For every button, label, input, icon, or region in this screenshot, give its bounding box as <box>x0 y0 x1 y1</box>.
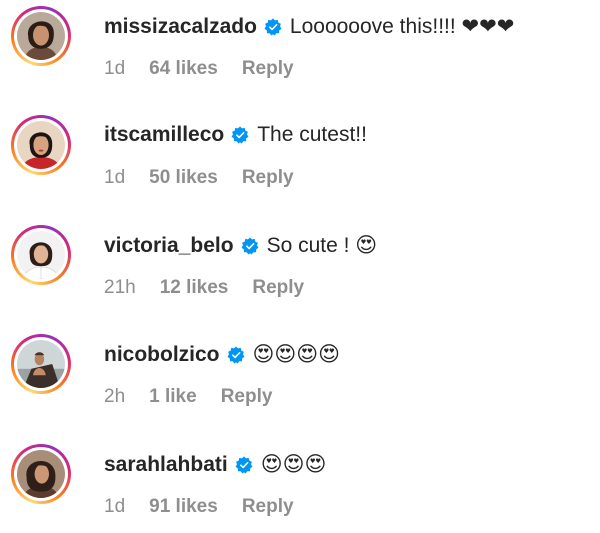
comment-item: missizacalzado Loooooove this!!!! ❤❤❤ 1d… <box>0 0 600 100</box>
comment-item: sarahlahbati 😍😍😍 1d 91 likes Reply <box>0 438 600 533</box>
avatar-story-ring[interactable] <box>11 225 71 285</box>
avatar[interactable] <box>17 450 65 498</box>
avatar-story-ring[interactable] <box>11 6 71 66</box>
comment-text: The cutest!! <box>257 123 367 146</box>
avatar[interactable] <box>17 121 65 169</box>
verified-badge-icon <box>227 345 245 364</box>
reply-button[interactable]: Reply <box>242 496 294 518</box>
comment-item: nicobolzico 😍😍😍😍 2h 1 like Reply <box>0 328 600 428</box>
comment-text: 😍😍😍😍 <box>252 343 341 366</box>
comment-timestamp: 1d <box>104 58 126 79</box>
comment-list: missizacalzado Loooooove this!!!! ❤❤❤ 1d… <box>0 0 600 533</box>
likes-count-link[interactable]: 1 like <box>149 386 197 408</box>
username-link[interactable]: sarahlahbati <box>104 453 228 477</box>
comment-timestamp: 21h <box>104 277 136 298</box>
username-link[interactable]: missizacalzado <box>104 15 257 39</box>
avatar-story-ring[interactable] <box>11 334 71 394</box>
verified-badge-icon <box>231 126 249 144</box>
avatar[interactable] <box>17 340 65 388</box>
likes-count-link[interactable]: 12 likes <box>160 277 229 299</box>
comment-timestamp: 1d <box>104 167 126 188</box>
comment-item: itscamilleco The cutest!! 1d 50 likes Re… <box>0 109 600 209</box>
verified-badge-icon <box>264 17 282 36</box>
avatar-story-ring[interactable] <box>11 444 71 504</box>
username-link[interactable]: victoria_belo <box>104 234 234 258</box>
username-link[interactable]: nicobolzico <box>104 343 220 367</box>
comment-text: 😍😍😍 <box>260 453 327 476</box>
likes-count-link[interactable]: 64 likes <box>149 58 218 80</box>
reply-button[interactable]: Reply <box>242 167 294 189</box>
avatar[interactable] <box>17 12 65 60</box>
comment-item: victoria_belo So cute ! 😍 21h 12 likes R… <box>0 219 600 319</box>
verified-badge-icon <box>235 455 253 474</box>
likes-count-link[interactable]: 50 likes <box>149 167 218 189</box>
comment-text: So cute ! 😍 <box>266 234 378 257</box>
verified-badge-icon <box>241 236 259 255</box>
comment-text: Loooooove this!!!! ❤❤❤ <box>289 15 515 38</box>
likes-count-link[interactable]: 91 likes <box>149 496 218 518</box>
comment-timestamp: 1d <box>104 496 126 517</box>
comment-timestamp: 2h <box>104 386 126 407</box>
reply-button[interactable]: Reply <box>242 58 294 80</box>
reply-button[interactable]: Reply <box>252 277 304 299</box>
avatar[interactable] <box>17 231 65 279</box>
reply-button[interactable]: Reply <box>221 386 273 408</box>
avatar-story-ring[interactable] <box>11 115 71 175</box>
username-link[interactable]: itscamilleco <box>104 123 224 147</box>
